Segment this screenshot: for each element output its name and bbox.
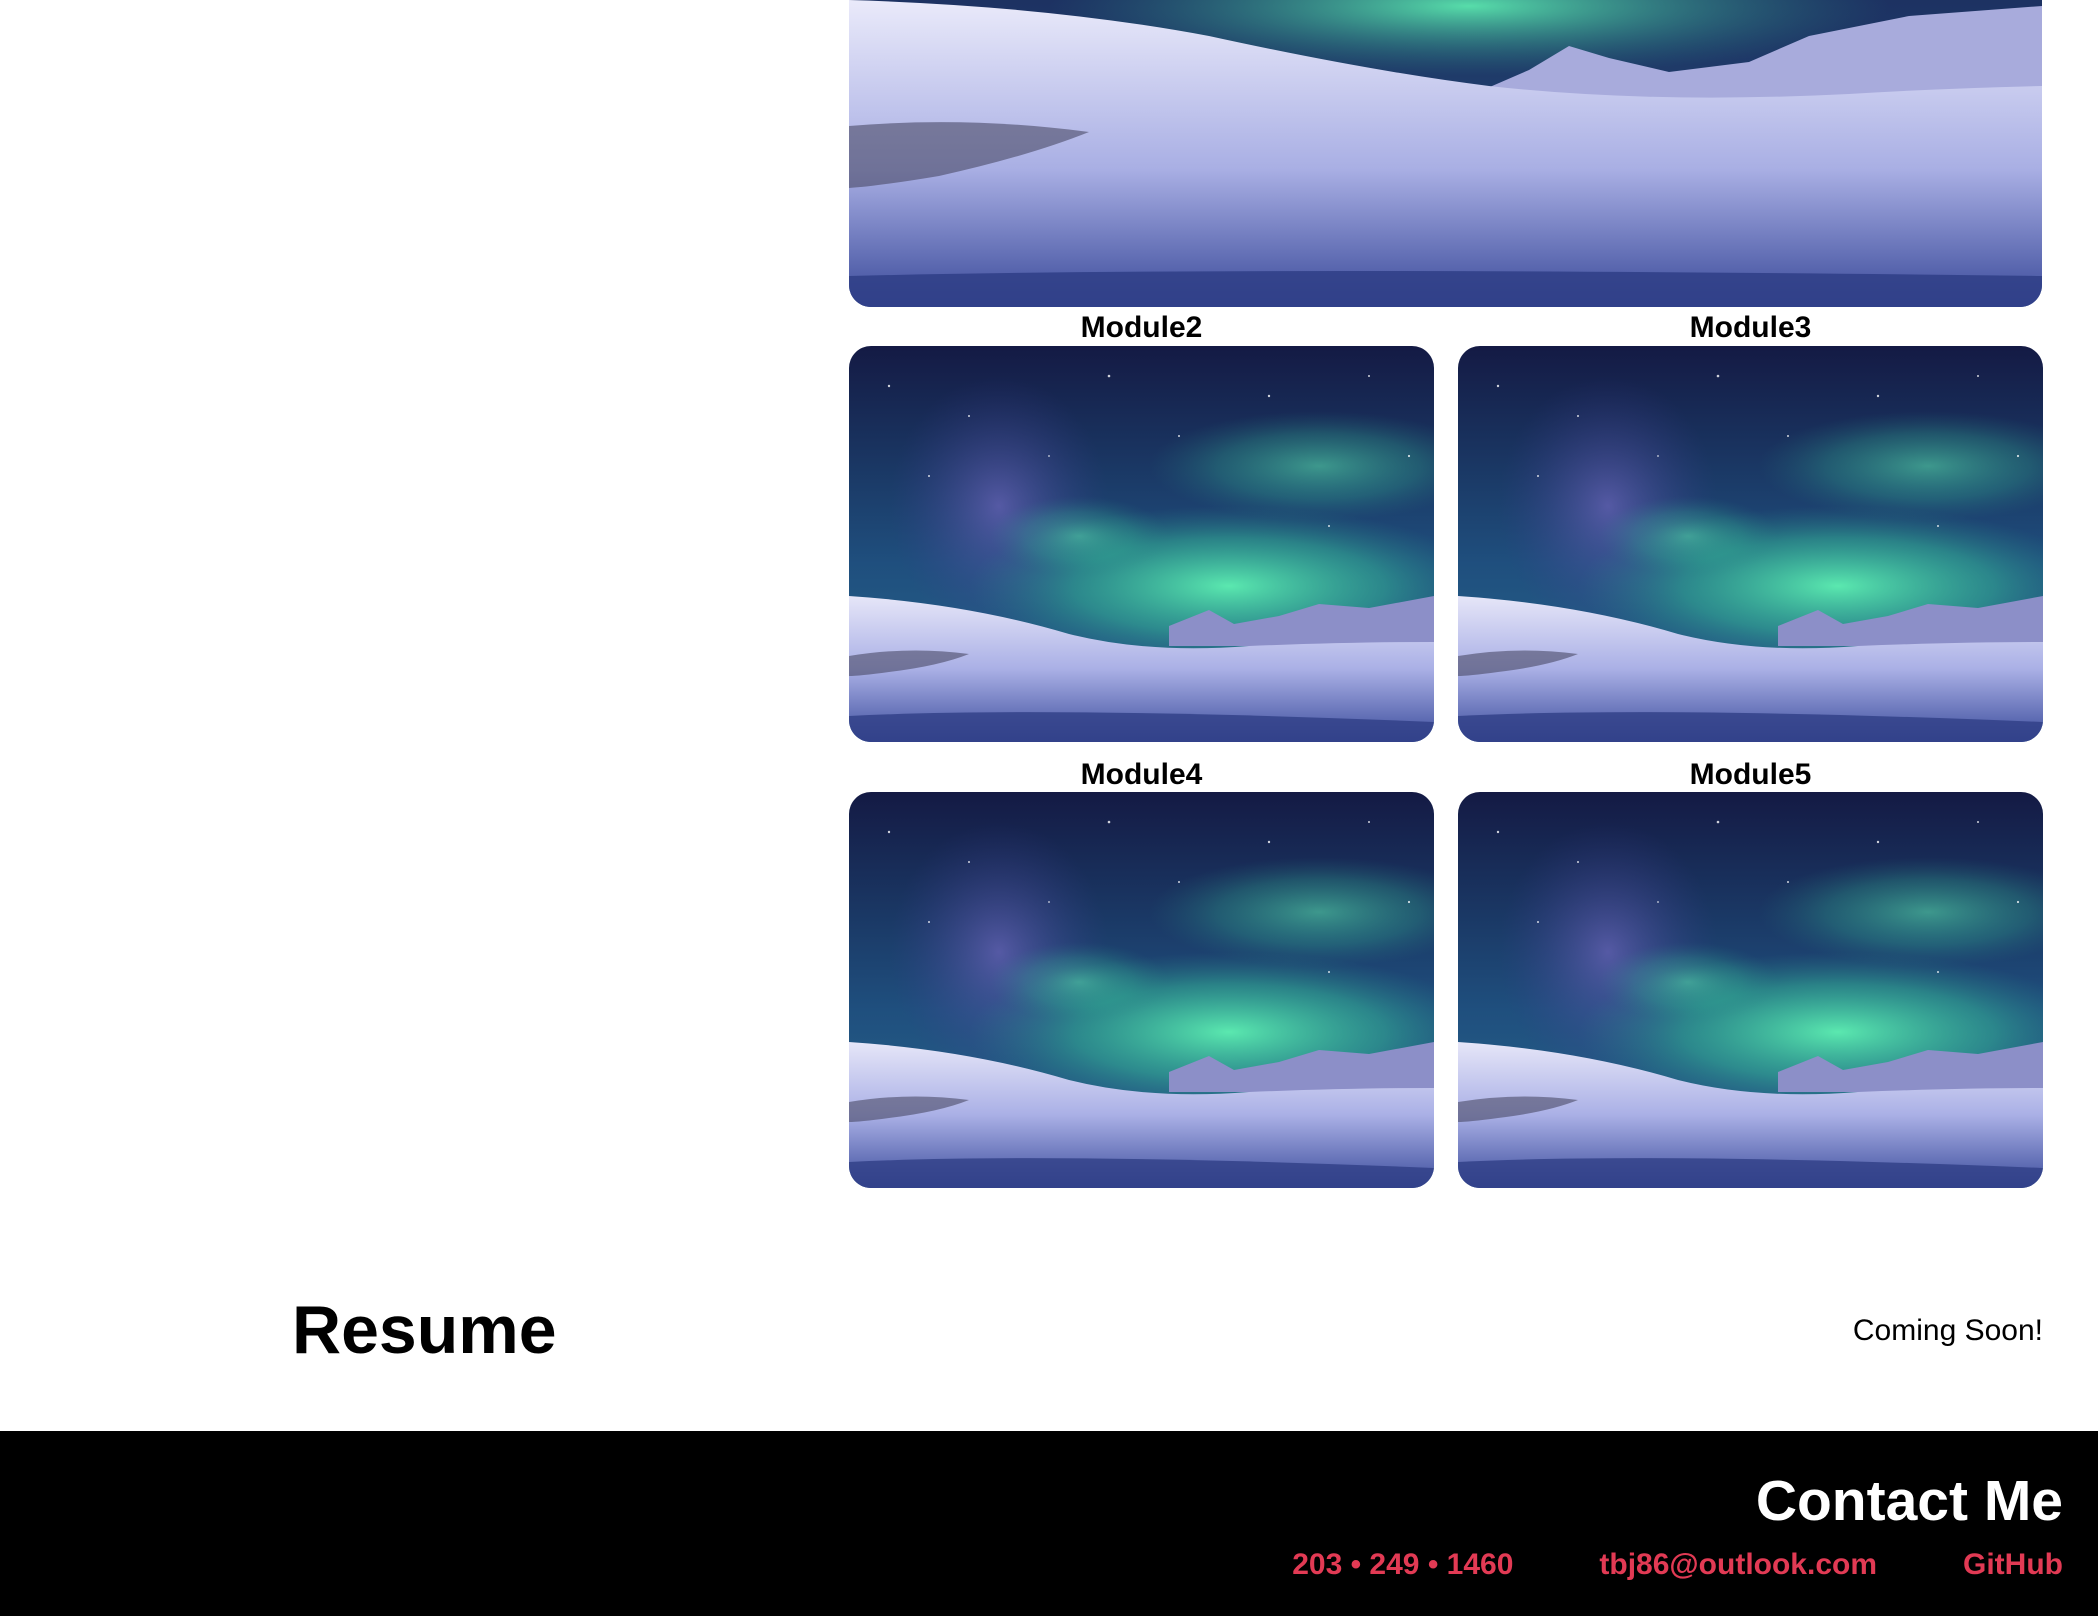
module2-title: Module2 [1080,311,1203,344]
module5-image-link[interactable] [1458,792,2043,1188]
module2-image-link[interactable] [849,346,1434,742]
contact-heading: Contact Me [1755,1469,2063,1533]
resume-heading: Resume [292,1292,557,1368]
phone-link[interactable]: 203 • 249 • 1460 [1292,1547,1513,1583]
module3-title: Module3 [1689,311,1812,344]
module4-image-link[interactable] [849,792,1434,1188]
contact-links: 203 • 249 • 1460 tbj86@outlook.com GitHu… [1292,1547,2063,1583]
email-link[interactable]: tbj86@outlook.com [1599,1547,1877,1583]
github-link[interactable]: GitHub [1963,1547,2063,1583]
hero-aurora-image [849,0,2042,307]
contact-footer: Contact Me 203 • 249 • 1460 tbj86@outloo… [0,1431,2098,1616]
module3-image-link[interactable] [1458,346,2043,742]
module5-title: Module5 [1689,758,1812,791]
resume-status-text: Coming Soon! [1852,1314,2043,1347]
module4-title: Module4 [1080,758,1203,791]
